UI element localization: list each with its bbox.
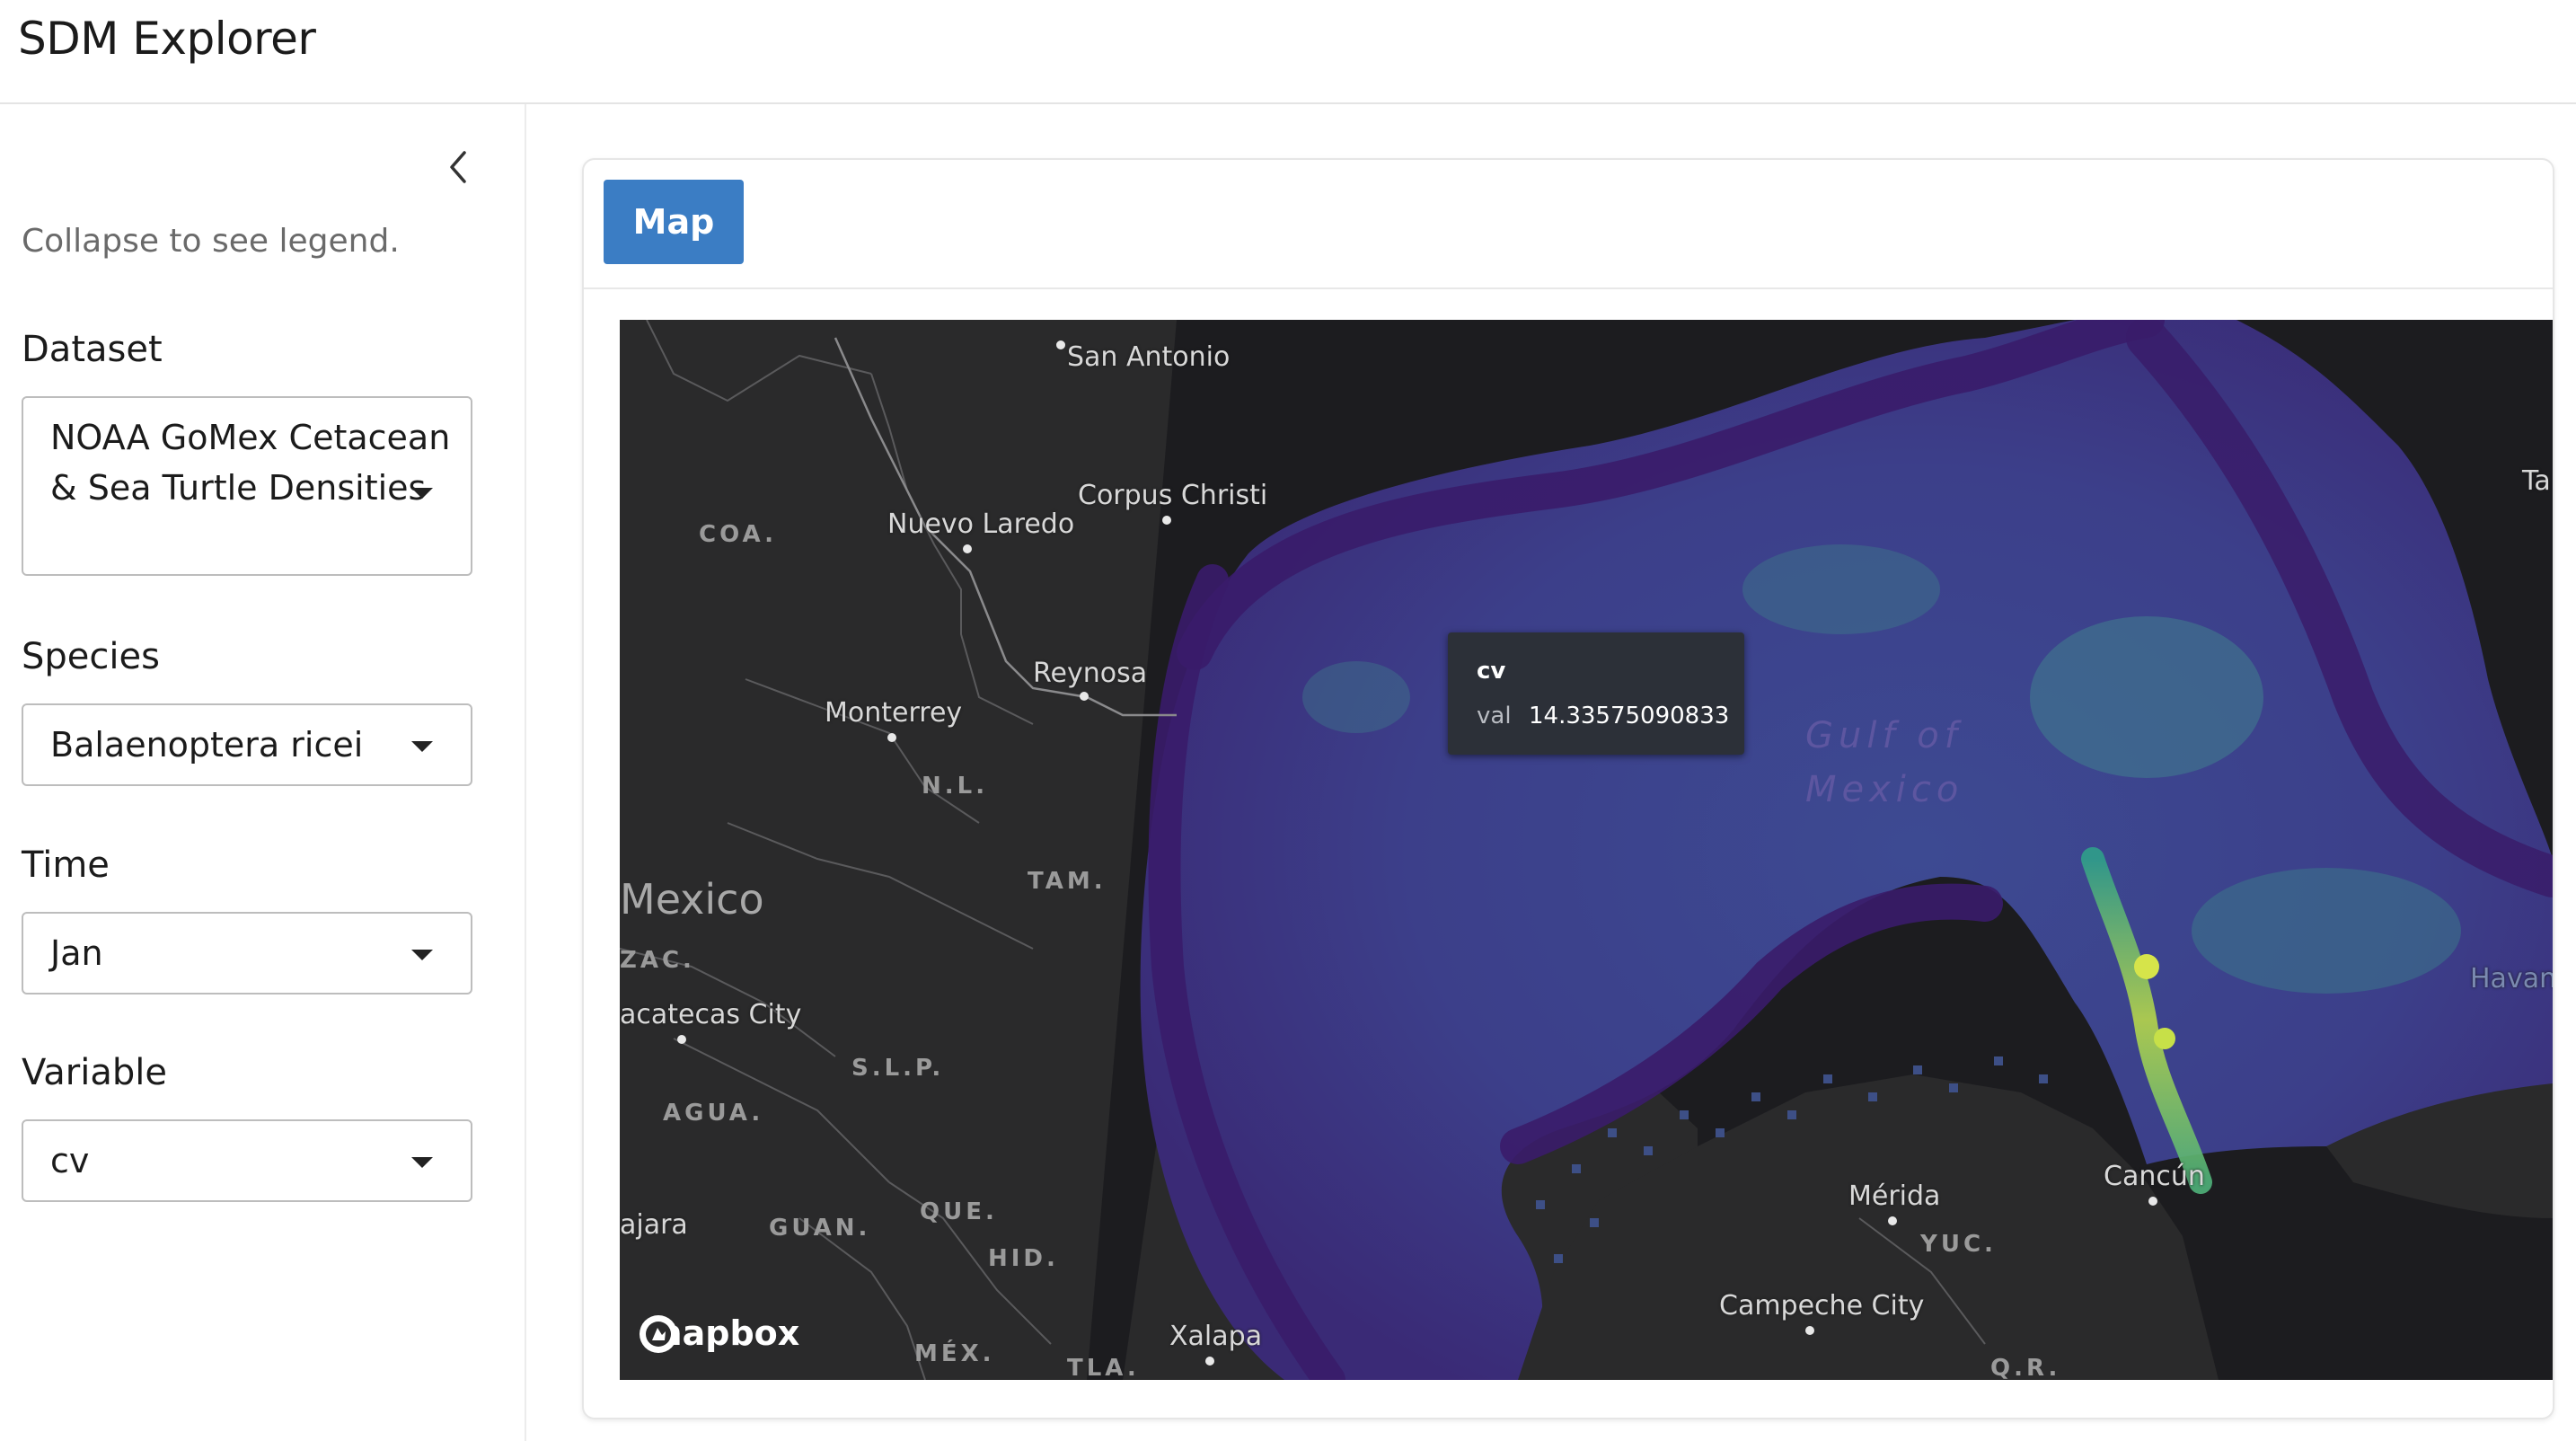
variable-select[interactable]: cv bbox=[22, 1119, 472, 1202]
city-label: Mérida bbox=[1848, 1180, 1941, 1212]
mid-value-patch bbox=[2192, 868, 2461, 994]
city-marker bbox=[677, 1035, 686, 1044]
tooltip-value: 14.33575090833 bbox=[1529, 703, 1730, 729]
water-label-line1: Gulf of bbox=[1805, 715, 1963, 756]
chevron-left-icon bbox=[450, 151, 466, 183]
city-marker bbox=[1888, 1216, 1897, 1225]
water-label-line2: Mexico bbox=[1805, 769, 1964, 810]
time-select[interactable]: Jan bbox=[22, 912, 472, 995]
city-label: San Antonio bbox=[1067, 341, 1231, 373]
dataset-label: Dataset bbox=[22, 329, 163, 370]
time-value: Jan bbox=[50, 933, 103, 973]
city-marker bbox=[1056, 340, 1065, 349]
city-label: Cancún bbox=[2104, 1161, 2205, 1192]
city-label: Xalapa bbox=[1169, 1321, 1263, 1352]
variable-label: Variable bbox=[22, 1052, 167, 1093]
dataset-value-line2: & Sea Turtle Densities bbox=[50, 468, 427, 508]
city-label: acatecas City bbox=[620, 999, 802, 1030]
mid-value-patch bbox=[1302, 661, 1410, 733]
card-tabs: Map bbox=[584, 160, 2553, 289]
species-select[interactable]: Balaenoptera ricei bbox=[22, 703, 472, 786]
dataset-value-line1: NOAA GoMex Cetacean bbox=[50, 418, 451, 457]
city-label: Monterrey bbox=[825, 697, 963, 729]
region-label: GUAN. bbox=[769, 1215, 871, 1242]
tooltip-title: cv bbox=[1477, 658, 1506, 685]
city-marker bbox=[887, 733, 896, 742]
dropdown-caret-icon bbox=[411, 1157, 433, 1168]
tab-map[interactable]: Map bbox=[604, 180, 744, 264]
region-label: N.L. bbox=[922, 773, 989, 800]
mapbox-logo[interactable]: mapbox bbox=[638, 1313, 799, 1353]
app-header: SDM Explorer bbox=[0, 0, 2576, 104]
city-label: Campeche City bbox=[1719, 1290, 1925, 1322]
region-label: ZAC. bbox=[620, 947, 695, 974]
city-label: Corpus Christi bbox=[1078, 480, 1268, 511]
city-marker bbox=[2148, 1197, 2157, 1206]
region-label: MÉX. bbox=[914, 1340, 995, 1367]
city-marker bbox=[1805, 1326, 1814, 1335]
dropdown-caret-icon bbox=[411, 950, 433, 960]
city-marker bbox=[1162, 516, 1171, 525]
map-canvas bbox=[620, 320, 2553, 1380]
region-label: TLA. bbox=[1067, 1355, 1140, 1380]
region-label: HID. bbox=[988, 1245, 1059, 1272]
mid-value-patch bbox=[1742, 544, 1940, 634]
hotspot-cell bbox=[2154, 1028, 2175, 1049]
country-label: Mexico bbox=[620, 875, 764, 924]
city-marker bbox=[1205, 1357, 1214, 1366]
sidebar: Collapse to see legend. Dataset NOAA GoM… bbox=[0, 104, 526, 1441]
region-label: Q.R. bbox=[1990, 1355, 2061, 1380]
region-label: S.L.P. bbox=[851, 1055, 945, 1082]
city-label: ajara bbox=[620, 1209, 688, 1241]
app-title: SDM Explorer bbox=[18, 13, 316, 65]
dropdown-caret-icon bbox=[411, 488, 433, 499]
region-label: AGUA. bbox=[663, 1100, 764, 1127]
city-label: Havan bbox=[2470, 963, 2553, 995]
dropdown-caret-icon bbox=[411, 741, 433, 752]
city-label: Nuevo Laredo bbox=[887, 508, 1075, 540]
hotspot-cell bbox=[2134, 954, 2159, 979]
tooltip-key: val bbox=[1477, 703, 1512, 729]
time-label: Time bbox=[22, 844, 110, 886]
region-label: COA. bbox=[699, 521, 777, 548]
region-label: YUC. bbox=[1920, 1231, 1997, 1258]
variable-value: cv bbox=[50, 1141, 90, 1180]
region-label: TAM. bbox=[1028, 868, 1107, 895]
mapbox-icon bbox=[640, 1315, 677, 1353]
city-label: Ta bbox=[2522, 465, 2551, 497]
map-view[interactable]: Mexico Gulf of Mexico COA. N.L. TAM. ZAC… bbox=[620, 320, 2553, 1380]
species-label: Species bbox=[22, 636, 160, 677]
city-label: Reynosa bbox=[1033, 658, 1148, 689]
region-label: QUE. bbox=[920, 1198, 998, 1225]
mid-value-patch bbox=[2030, 616, 2263, 778]
collapse-hint: Collapse to see legend. bbox=[22, 223, 400, 260]
city-marker bbox=[1080, 692, 1089, 701]
collapse-sidebar-button[interactable] bbox=[440, 140, 476, 194]
dataset-select[interactable]: NOAA GoMex Cetacean & Sea Turtle Densiti… bbox=[22, 396, 472, 576]
species-value: Balaenoptera ricei bbox=[50, 725, 364, 765]
map-tooltip: cv val 14.33575090833 bbox=[1448, 632, 1744, 755]
city-marker bbox=[963, 544, 972, 553]
